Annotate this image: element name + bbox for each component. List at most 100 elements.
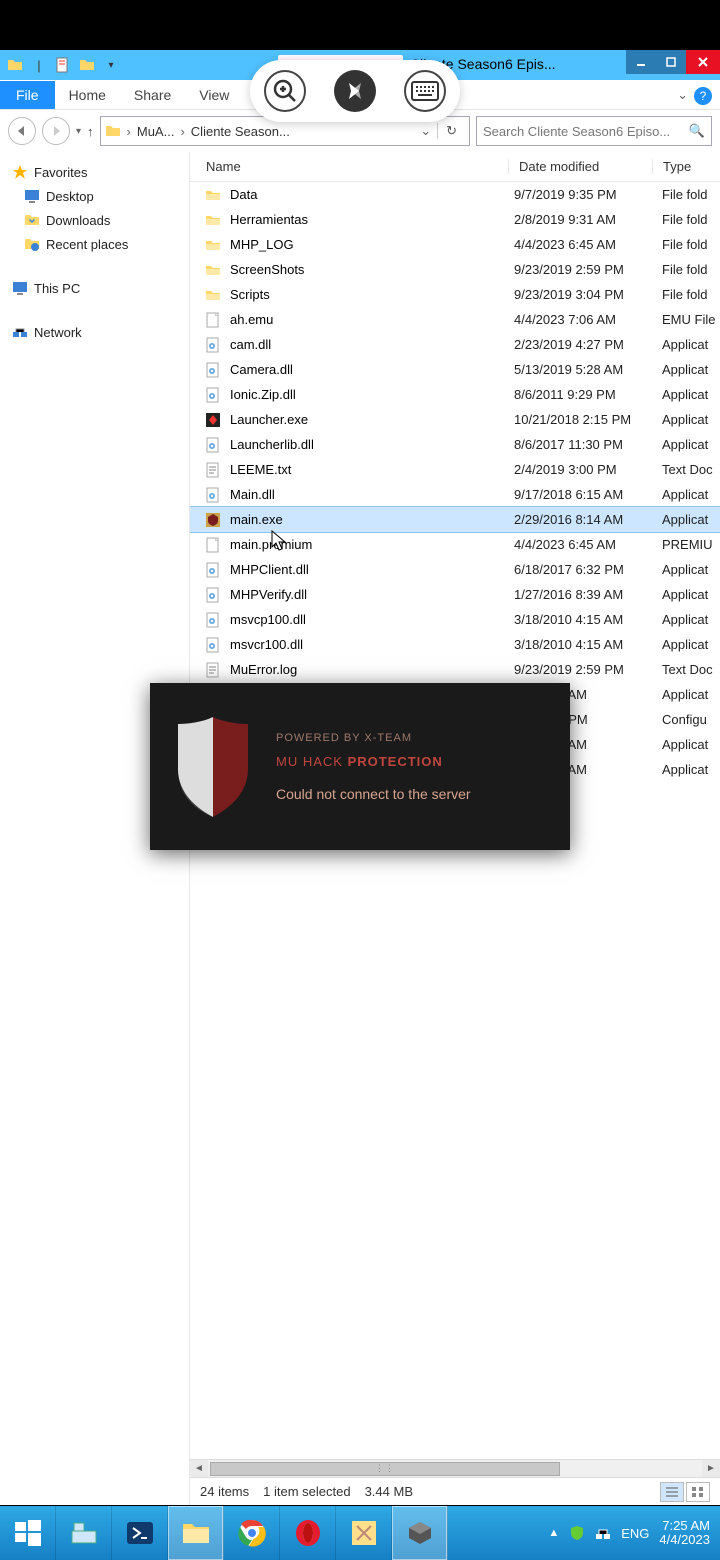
task-chrome-icon[interactable] bbox=[224, 1506, 280, 1560]
h-scrollbar[interactable]: ◄ ⋮⋮ ► bbox=[190, 1459, 720, 1477]
col-date[interactable]: Date modified bbox=[508, 159, 652, 174]
breadcrumb-1[interactable]: MuA... bbox=[137, 124, 175, 139]
file-row[interactable]: ScreenShots9/23/2019 2:59 PMFile fold bbox=[190, 257, 720, 282]
file-name: MHP_LOG bbox=[224, 237, 514, 252]
file-row[interactable]: main.premium4/4/2023 6:45 AMPREMIU bbox=[190, 532, 720, 557]
sync-icon[interactable] bbox=[334, 70, 376, 112]
properties-icon[interactable] bbox=[52, 54, 74, 76]
back-button[interactable] bbox=[8, 117, 36, 145]
remote-toolbar[interactable] bbox=[250, 60, 460, 122]
tray-lang[interactable]: ENG bbox=[621, 1526, 649, 1541]
up-button[interactable]: ↑ bbox=[87, 124, 94, 139]
tray-clock[interactable]: 7:25 AM 4/4/2023 bbox=[659, 1519, 710, 1547]
mhp-popup[interactable]: POWERED BY X-TEAM MU HACK PROTECTION Cou… bbox=[150, 683, 570, 850]
ribbon-file[interactable]: File bbox=[0, 81, 55, 109]
file-date: 4/4/2023 7:06 AM bbox=[514, 312, 658, 327]
col-type[interactable]: Type bbox=[652, 159, 720, 174]
start-button[interactable] bbox=[0, 1506, 56, 1560]
file-row[interactable]: Main.dll9/17/2018 6:15 AMApplicat bbox=[190, 482, 720, 507]
breadcrumb-2[interactable]: Cliente Season... bbox=[191, 124, 290, 139]
chevron-right-icon[interactable]: › bbox=[121, 124, 137, 139]
taskbar[interactable]: ▲ ENG 7:25 AM 4/4/2023 bbox=[0, 1506, 720, 1560]
tree-recent[interactable]: Recent places bbox=[4, 232, 185, 256]
help-icon[interactable]: ? bbox=[694, 87, 712, 105]
maximize-button[interactable] bbox=[656, 50, 686, 74]
details-view-icon[interactable] bbox=[660, 1482, 684, 1502]
file-type: File fold bbox=[658, 287, 720, 302]
refresh-icon[interactable]: ↻ bbox=[437, 123, 465, 139]
dropdown-icon[interactable]: ▾ bbox=[100, 54, 122, 76]
divider-icon: | bbox=[28, 54, 50, 76]
close-button[interactable] bbox=[686, 50, 720, 74]
exe-l-icon bbox=[202, 412, 224, 428]
tray-network-icon[interactable] bbox=[595, 1525, 611, 1541]
col-name[interactable]: Name bbox=[198, 159, 508, 174]
ribbon-collapse-icon[interactable]: ⌄ bbox=[671, 81, 694, 109]
ribbon-share[interactable]: Share bbox=[120, 81, 185, 109]
tree-downloads[interactable]: Downloads bbox=[4, 208, 185, 232]
file-row[interactable]: Data9/7/2019 9:35 PMFile fold bbox=[190, 182, 720, 207]
folder-icon[interactable] bbox=[76, 54, 98, 76]
file-name: Herramientas bbox=[224, 212, 514, 227]
system-tray[interactable]: ▲ ENG 7:25 AM 4/4/2023 bbox=[538, 1506, 720, 1560]
keyboard-icon[interactable] bbox=[404, 70, 446, 112]
task-tools-icon[interactable] bbox=[336, 1506, 392, 1560]
file-row[interactable]: ah.emu4/4/2023 7:06 AMEMU File bbox=[190, 307, 720, 332]
popup-powered: POWERED BY X-TEAM bbox=[276, 732, 471, 744]
file-row[interactable]: MHP_LOG4/4/2023 6:45 AMFile fold bbox=[190, 232, 720, 257]
ribbon-view[interactable]: View bbox=[185, 81, 243, 109]
file-type: Text Doc bbox=[658, 462, 720, 477]
column-headers[interactable]: Name Date modified Type bbox=[190, 152, 720, 182]
file-date: 2/23/2019 4:27 PM bbox=[514, 337, 658, 352]
file-row[interactable]: main.exe2/29/2016 8:14 AMApplicat bbox=[190, 507, 720, 532]
file-row[interactable]: msvcp100.dll3/18/2010 4:15 AMApplicat bbox=[190, 607, 720, 632]
tree-thispc[interactable]: This PC bbox=[4, 276, 185, 300]
file-name: Launcherlib.dll bbox=[224, 437, 514, 452]
tray-up-icon[interactable]: ▲ bbox=[548, 1527, 559, 1539]
dll-icon bbox=[202, 437, 224, 453]
file-row[interactable]: Ionic.Zip.dll8/6/2011 9:29 PMApplicat bbox=[190, 382, 720, 407]
scroll-right-icon[interactable]: ► bbox=[702, 1460, 720, 1478]
task-opera-icon[interactable] bbox=[280, 1506, 336, 1560]
search-icon[interactable]: 🔍 bbox=[689, 123, 705, 139]
file-row[interactable]: Launcher.exe10/21/2018 2:15 PMApplicat bbox=[190, 407, 720, 432]
file-row[interactable]: cam.dll2/23/2019 4:27 PMApplicat bbox=[190, 332, 720, 357]
file-row[interactable]: Herramientas2/8/2019 9:31 AMFile fold bbox=[190, 207, 720, 232]
file-row[interactable]: LEEME.txt2/4/2019 3:00 PMText Doc bbox=[190, 457, 720, 482]
file-row[interactable]: MuError.log9/23/2019 2:59 PMText Doc bbox=[190, 657, 720, 682]
scroll-left-icon[interactable]: ◄ bbox=[190, 1460, 208, 1478]
file-name: main.exe bbox=[224, 512, 514, 527]
file-date: 4/4/2023 6:45 AM bbox=[514, 237, 658, 252]
search-box[interactable]: Search Cliente Season6 Episo... 🔍 bbox=[476, 116, 712, 146]
file-row[interactable]: Camera.dll5/13/2019 5:28 AMApplicat bbox=[190, 357, 720, 382]
ribbon-home[interactable]: Home bbox=[55, 81, 120, 109]
tray-shield-icon[interactable] bbox=[569, 1525, 585, 1541]
quick-access-toolbar: | ▾ bbox=[0, 54, 126, 76]
tree-favorites[interactable]: Favorites bbox=[4, 160, 185, 184]
zoom-icon[interactable] bbox=[264, 70, 306, 112]
task-explorer-icon[interactable] bbox=[56, 1506, 112, 1560]
scroll-thumb[interactable]: ⋮⋮ bbox=[210, 1462, 560, 1476]
task-powershell-icon[interactable] bbox=[112, 1506, 168, 1560]
thumbnails-view-icon[interactable] bbox=[686, 1482, 710, 1502]
tree-network[interactable]: Network bbox=[4, 320, 185, 344]
minimize-button[interactable] bbox=[626, 50, 656, 74]
search-placeholder: Search Cliente Season6 Episo... bbox=[483, 124, 670, 139]
file-type: Applicat bbox=[658, 737, 720, 752]
file-row[interactable]: MHPClient.dll6/18/2017 6:32 PMApplicat bbox=[190, 557, 720, 582]
file-date: 4/4/2023 6:45 AM bbox=[514, 537, 658, 552]
chevron-down-icon[interactable]: ⌄ bbox=[414, 123, 437, 139]
tree-desktop[interactable]: Desktop bbox=[4, 184, 185, 208]
file-type: Applicat bbox=[658, 362, 720, 377]
task-app-icon[interactable] bbox=[392, 1506, 448, 1560]
file-row[interactable]: Scripts9/23/2019 3:04 PMFile fold bbox=[190, 282, 720, 307]
file-row[interactable]: msvcr100.dll3/18/2010 4:15 AMApplicat bbox=[190, 632, 720, 657]
forward-button[interactable] bbox=[42, 117, 70, 145]
file-date: 9/23/2019 2:59 PM bbox=[514, 262, 658, 277]
file-type: File fold bbox=[658, 262, 720, 277]
file-row[interactable]: Launcherlib.dll8/6/2017 11:30 PMApplicat bbox=[190, 432, 720, 457]
file-row[interactable]: MHPVerify.dll1/27/2016 8:39 AMApplicat bbox=[190, 582, 720, 607]
task-folder-icon[interactable] bbox=[168, 1506, 224, 1560]
recent-dropdown-icon[interactable]: ▾ bbox=[76, 126, 81, 137]
chevron-right-icon[interactable]: › bbox=[174, 124, 190, 139]
